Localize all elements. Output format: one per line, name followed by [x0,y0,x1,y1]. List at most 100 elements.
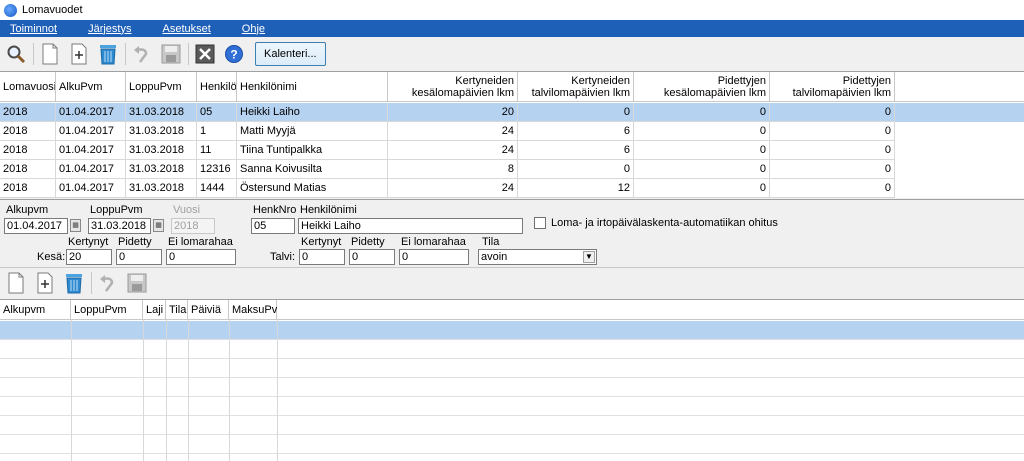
calendar-picker-icon[interactable]: ▦ [70,219,81,232]
talvi-ei-lomarahaa-label: Ei lomarahaa [401,236,466,248]
loppupvm-field[interactable]: 31.03.2018 [88,218,151,234]
table-row[interactable] [0,435,1024,454]
header-filler [895,72,1024,102]
cell-kertyneet-kesa: 24 [388,122,518,141]
henkilonimi-field[interactable]: Heikki Laiho [298,218,523,234]
menu-asetukset[interactable]: Asetukset [162,23,210,35]
kesa-label: Kesä: [37,251,66,263]
talvi-ei-lomarahaa-field[interactable]: 0 [399,249,469,265]
cell-pidetyt-kesa: 0 [634,141,770,160]
cell-pidetyt-talvi: 0 [770,122,895,141]
cell-alkupvm: 01.04.2017 [56,141,126,160]
cell-loppupvm: 31.03.2018 [126,141,197,160]
cell-henkilo: 12316 [197,160,237,179]
window-title: Lomavuodet [22,4,83,16]
calendar-button-label: Kalenteri... [264,47,317,60]
header-paivia[interactable]: Päiviä [188,300,229,320]
header-lomavuosi[interactable]: Lomavuosi [0,72,56,102]
kesa-ei-lomarahaa-label: Ei lomarahaa [168,236,233,248]
header-pidetyt-kesa[interactable]: Pidettyjen kesälomapäivien lkm [634,72,770,102]
cell-kertyneet-talvi: 6 [518,122,634,141]
save-icon[interactable] [125,271,149,295]
header-maksupv[interactable]: MaksuPv [229,300,277,320]
add-icon[interactable] [33,271,57,295]
close-icon[interactable] [193,42,217,66]
kesa-kertynyt-field[interactable]: 20 [66,249,112,265]
cell-loppupvm: 31.03.2018 [126,122,197,141]
table-row[interactable]: 2018 01.04.2017 31.03.2018 05 Heikki Lai… [0,103,1024,122]
header-filler [277,300,1024,320]
header-tila[interactable]: Tila [166,300,188,320]
calendar-picker-icon[interactable]: ▦ [153,219,164,232]
header-kertyneet-kesa[interactable]: Kertyneiden kesälomapäivien lkm [388,72,518,102]
alkupvm-field[interactable]: 01.04.2017 [4,218,68,234]
cell-kertyneet-talvi: 6 [518,141,634,160]
toolbar-separator [188,42,189,65]
help-icon[interactable]: ? [222,42,246,66]
new-document-icon[interactable] [38,42,62,66]
calendar-button[interactable]: Kalenteri... [255,41,326,66]
undo-icon[interactable] [96,271,120,295]
cell-loppupvm: 31.03.2018 [126,160,197,179]
table-row[interactable] [0,321,1024,340]
table-row[interactable]: 2018 01.04.2017 31.03.2018 11 Tiina Tunt… [0,141,1024,160]
header-laji[interactable]: Laji [143,300,166,320]
menu-jarjestys[interactable]: Järjestys [88,23,131,35]
cell-kertyneet-kesa: 8 [388,160,518,179]
holiday-years-grid: Lomavuosi AlkuPvm LoppuPvm Henkilö Henki… [0,71,1024,198]
menu-toiminnot[interactable]: Toiminnot [10,23,57,35]
talvi-label: Talvi: [270,251,296,263]
talvi-pidetty-field[interactable]: 0 [349,249,395,265]
save-icon[interactable] [159,42,183,66]
holiday-periods-grid: Alkupvm LoppuPvm Laji Tila Päiviä MaksuP… [0,299,1024,461]
cell-loppupvm: 31.03.2018 [126,103,197,122]
talvi-kertynyt-label: Kertynyt [301,236,342,248]
column-divider [188,320,189,461]
table-row[interactable] [0,378,1024,397]
header-alkupvm[interactable]: AlkuPvm [56,72,126,102]
cell-henkilo: 11 [197,141,237,160]
undo-icon[interactable] [130,42,154,66]
chevron-down-icon[interactable]: ▼ [583,251,595,263]
delete-icon[interactable] [96,42,120,66]
cell-pidetyt-kesa: 0 [634,122,770,141]
tila-select[interactable]: avoin ▼ [478,249,597,265]
main-toolbar: ? Kalenteri... [0,37,1024,70]
new-document-icon[interactable] [4,271,28,295]
table-row[interactable] [0,340,1024,359]
cell-alkupvm: 01.04.2017 [56,103,126,122]
cell-pidetyt-talvi: 0 [770,160,895,179]
header-henkilonimi[interactable]: Henkilönimi [237,72,388,102]
table-row[interactable] [0,416,1024,435]
tila-label: Tila [482,236,500,248]
header-loppupvm[interactable]: LoppuPvm [126,72,197,102]
delete-icon[interactable] [62,271,86,295]
table-row[interactable] [0,397,1024,416]
talvi-kertynyt-field[interactable]: 0 [299,249,345,265]
table-row[interactable]: 2018 01.04.2017 31.03.2018 12316 Sanna K… [0,160,1024,179]
secondary-toolbar [0,267,1024,297]
header-kertyneet-talvi[interactable]: Kertyneiden talvilomapäivien lkm [518,72,634,102]
table-row[interactable] [0,359,1024,378]
henknro-field[interactable]: 05 [251,218,295,234]
cell-loppupvm: 31.03.2018 [126,179,197,198]
cell-kertyneet-kesa: 20 [388,103,518,122]
header-alkupvm[interactable]: Alkupvm [0,300,71,320]
cell-pidetyt-kesa: 0 [634,160,770,179]
add-icon[interactable] [67,42,91,66]
table-row[interactable]: 2018 01.04.2017 31.03.2018 1 Matti Myyjä… [0,122,1024,141]
cell-henkilonimi: Östersund Matias [237,179,388,198]
cell-alkupvm: 01.04.2017 [56,160,126,179]
table-row[interactable]: 2018 01.04.2017 31.03.2018 1444 Östersun… [0,179,1024,198]
svg-text:?: ? [230,47,237,61]
header-loppupvm[interactable]: LoppuPvm [71,300,143,320]
kesa-pidetty-field[interactable]: 0 [116,249,162,265]
kesa-ei-lomarahaa-field[interactable]: 0 [166,249,236,265]
search-icon[interactable] [4,42,28,66]
henkilonimi-label: Henkilönimi [300,204,357,216]
override-checkbox[interactable] [534,217,546,229]
menu-ohje[interactable]: Ohje [242,23,265,35]
header-pidetyt-talvi[interactable]: Pidettyjen talvilomapäivien lkm [770,72,895,102]
header-henkilo[interactable]: Henkilö [197,72,237,102]
cell-pidetyt-talvi: 0 [770,103,895,122]
